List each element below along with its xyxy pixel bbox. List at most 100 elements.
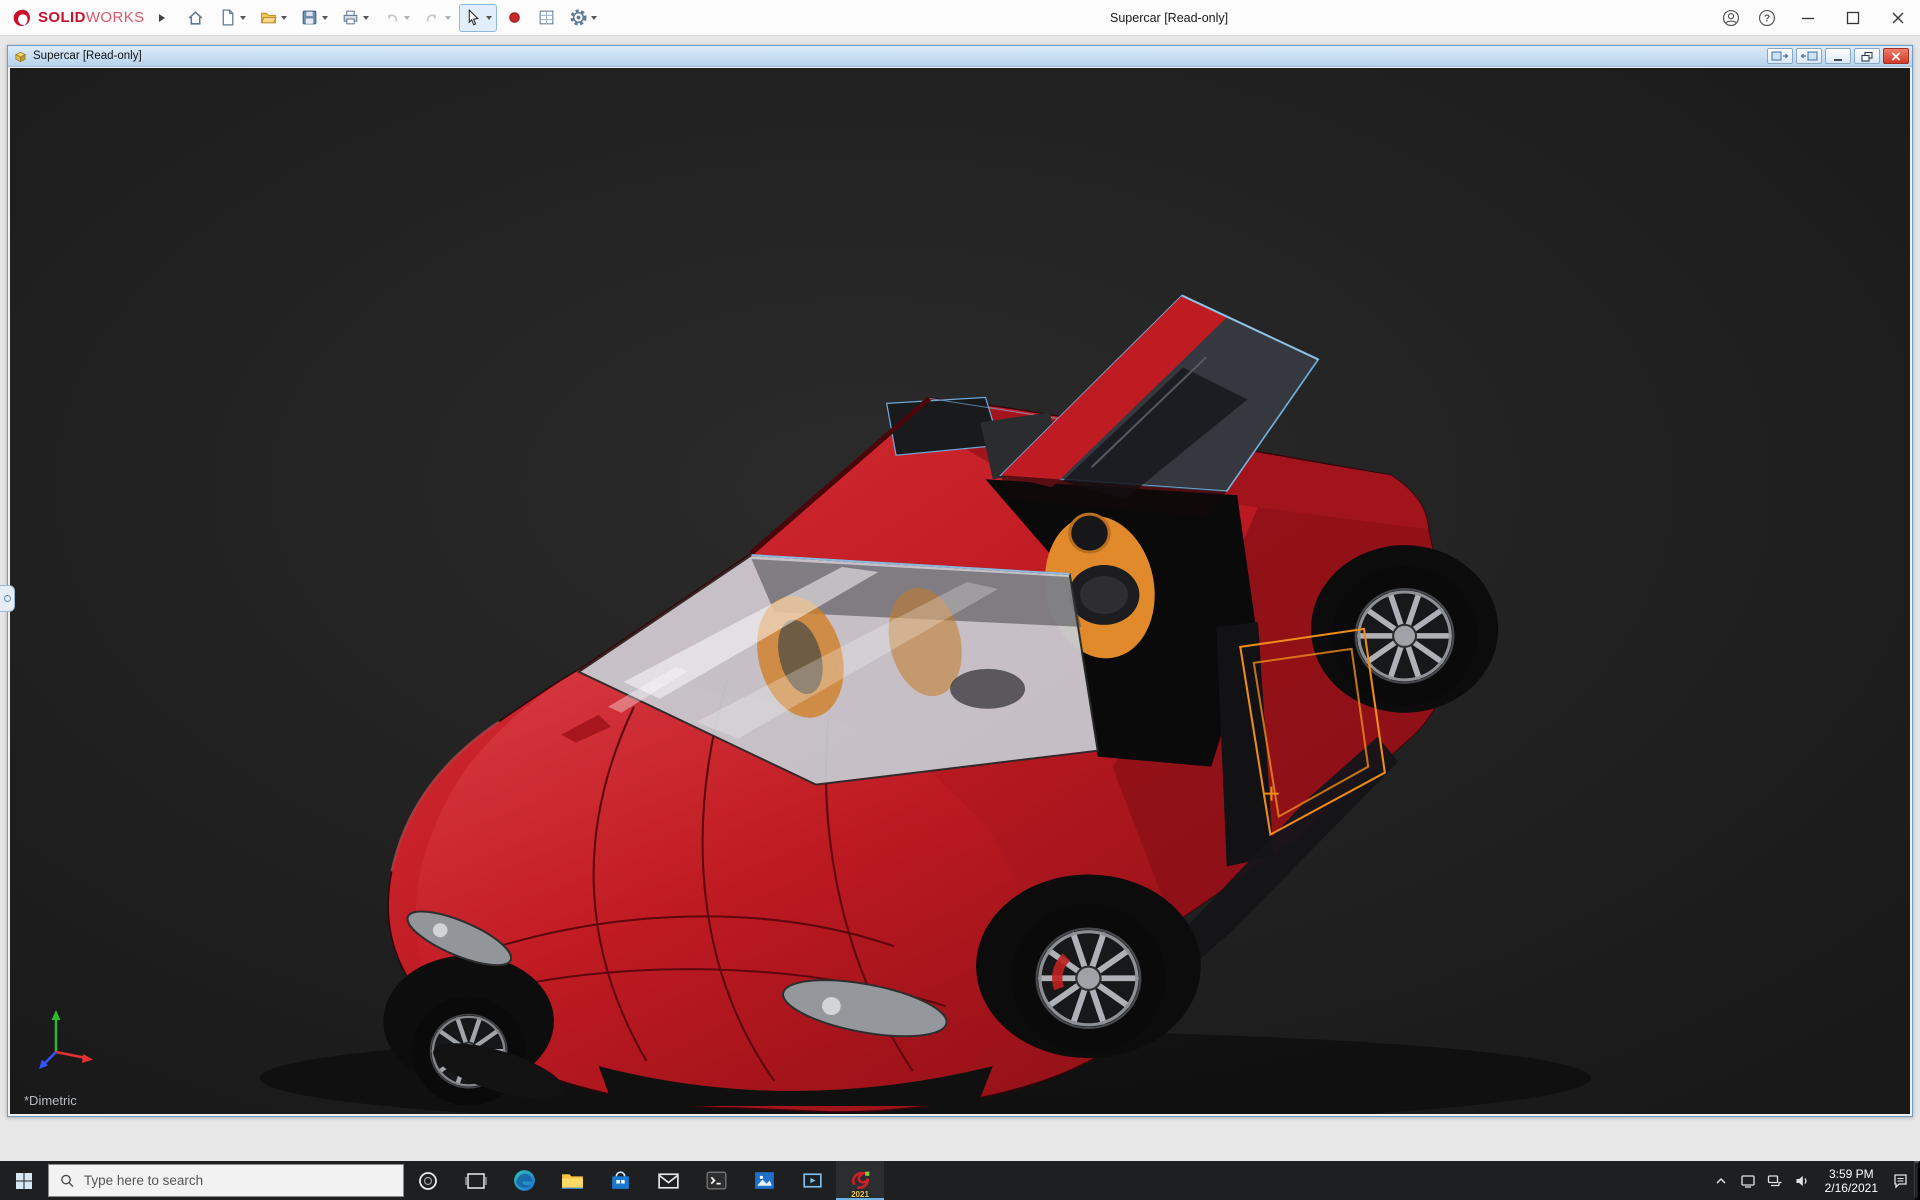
dassault-logo-icon xyxy=(13,9,31,26)
redo-button[interactable] xyxy=(418,4,456,32)
view-orientation-label: *Dimetric xyxy=(24,1093,77,1108)
save-icon xyxy=(302,10,316,25)
dropdown-caret-icon xyxy=(485,15,492,20)
mail-icon xyxy=(657,1173,679,1189)
task-view-icon xyxy=(465,1172,487,1189)
account-button[interactable] xyxy=(1713,0,1749,36)
doc-close-button[interactable] xyxy=(1883,48,1909,64)
close-icon xyxy=(1891,51,1901,61)
file-explorer-button[interactable] xyxy=(548,1161,596,1200)
minimize-icon xyxy=(1834,58,1842,61)
solidworks-brand: SOLIDWORKS xyxy=(10,7,155,29)
search-icon xyxy=(61,1174,74,1187)
home-icon xyxy=(188,11,202,25)
rebuild-button[interactable] xyxy=(500,4,529,32)
dropdown-caret-icon xyxy=(239,15,246,20)
action-center-icon xyxy=(1894,1174,1907,1189)
photos-button[interactable] xyxy=(740,1161,788,1200)
select-tool-button[interactable] xyxy=(458,3,497,32)
clock-date: 2/16/2021 xyxy=(1824,1180,1878,1195)
dropdown-caret-icon xyxy=(403,15,410,20)
tablet-icon xyxy=(1741,1174,1755,1188)
microsoft-store-button[interactable] xyxy=(596,1161,644,1200)
dropdown-caret-icon xyxy=(280,15,287,20)
action-center-button[interactable] xyxy=(1887,1161,1914,1200)
taskbar-search[interactable] xyxy=(48,1164,404,1197)
select-cursor-icon xyxy=(468,8,479,26)
brand-works: WORKS xyxy=(85,9,145,26)
print-icon xyxy=(343,10,357,25)
movies-tv-icon xyxy=(802,1173,822,1188)
solidworks-year-badge: 2021 xyxy=(851,1190,869,1199)
doc-tile-preview-button-2[interactable] xyxy=(1796,48,1822,64)
dropdown-caret-icon xyxy=(321,15,328,20)
edge-button[interactable] xyxy=(500,1161,548,1200)
doc-minimize-button[interactable] xyxy=(1825,48,1851,64)
app-window-title: Supercar [Read-only] xyxy=(1110,11,1229,25)
dropdown-caret-icon xyxy=(362,15,369,20)
command-prompt-button[interactable] xyxy=(692,1161,740,1200)
search-input[interactable] xyxy=(83,1173,392,1188)
panel-handle-icon xyxy=(3,595,11,602)
tablet-mode-button[interactable] xyxy=(1735,1161,1762,1200)
clock-time: 3:59 PM xyxy=(1828,1166,1874,1181)
file-properties-icon xyxy=(539,10,553,25)
windows-logo-icon xyxy=(16,1172,32,1189)
maximize-button[interactable] xyxy=(1830,0,1875,36)
open-button[interactable] xyxy=(254,4,292,32)
options-gear-icon xyxy=(569,9,587,26)
main-toolbar xyxy=(181,3,602,32)
volume-button[interactable] xyxy=(1789,1161,1816,1200)
3d-viewport-canvas[interactable] xyxy=(10,68,1910,1114)
undo-button[interactable] xyxy=(377,4,415,32)
taskbar: 2021 3:59 PM 2/16 xyxy=(0,1161,1920,1200)
save-button[interactable] xyxy=(295,4,333,32)
cortana-button[interactable] xyxy=(404,1161,452,1200)
solidworks-taskbar-button[interactable]: 2021 xyxy=(836,1161,884,1200)
photos-icon xyxy=(754,1172,774,1189)
help-icon: ? xyxy=(1758,9,1776,26)
new-document-button[interactable] xyxy=(213,4,251,32)
hidden-icons-button[interactable] xyxy=(1708,1161,1735,1200)
network-button[interactable] xyxy=(1762,1161,1789,1200)
command-prompt-icon xyxy=(706,1171,726,1190)
dropdown-caret-icon xyxy=(444,15,451,20)
redo-icon xyxy=(426,14,436,22)
movies-tv-button[interactable] xyxy=(788,1161,836,1200)
tile-preview-icon xyxy=(1771,51,1789,60)
brand-solid: SOLID xyxy=(38,9,86,26)
orientation-triad xyxy=(39,1010,93,1069)
print-button[interactable] xyxy=(336,4,374,32)
viewport: *Dimetric xyxy=(10,68,1910,1114)
brand-expand-arrow[interactable] xyxy=(158,13,165,22)
open-folder-icon xyxy=(260,12,277,24)
undo-icon xyxy=(387,14,397,22)
minimize-button[interactable] xyxy=(1785,0,1830,36)
system-tray: 3:59 PM 2/16/2021 xyxy=(1708,1161,1920,1200)
home-button[interactable] xyxy=(181,4,210,32)
show-desktop-button[interactable] xyxy=(1914,1161,1920,1200)
task-view-button[interactable] xyxy=(452,1161,500,1200)
featuremanager-collapsed-tab[interactable] xyxy=(0,585,15,612)
document-window-controls xyxy=(1767,48,1909,64)
document-title: Supercar [Read-only] xyxy=(33,50,142,62)
mail-button[interactable] xyxy=(644,1161,692,1200)
tile-preview-icon xyxy=(1800,51,1818,60)
document-titlebar[interactable]: Supercar [Read-only] xyxy=(8,46,1912,67)
close-button[interactable] xyxy=(1875,0,1920,36)
rebuild-icon xyxy=(508,12,520,23)
taskbar-clock[interactable]: 3:59 PM 2/16/2021 xyxy=(1816,1167,1887,1195)
account-icon xyxy=(1722,9,1740,26)
doc-restore-button[interactable] xyxy=(1854,48,1880,64)
maximize-icon xyxy=(1846,11,1859,24)
cortana-icon xyxy=(419,1171,437,1190)
start-button[interactable] xyxy=(0,1161,48,1200)
doc-tile-preview-button-1[interactable] xyxy=(1767,48,1793,64)
brand-text: SOLIDWORKS xyxy=(38,9,145,26)
titlebar-right-controls: ? xyxy=(1713,0,1920,36)
options-button[interactable] xyxy=(564,4,602,32)
dropdown-caret-icon xyxy=(590,15,597,20)
new-document-icon xyxy=(222,9,233,26)
file-properties-button[interactable] xyxy=(532,4,561,32)
help-button[interactable]: ? xyxy=(1749,0,1785,36)
